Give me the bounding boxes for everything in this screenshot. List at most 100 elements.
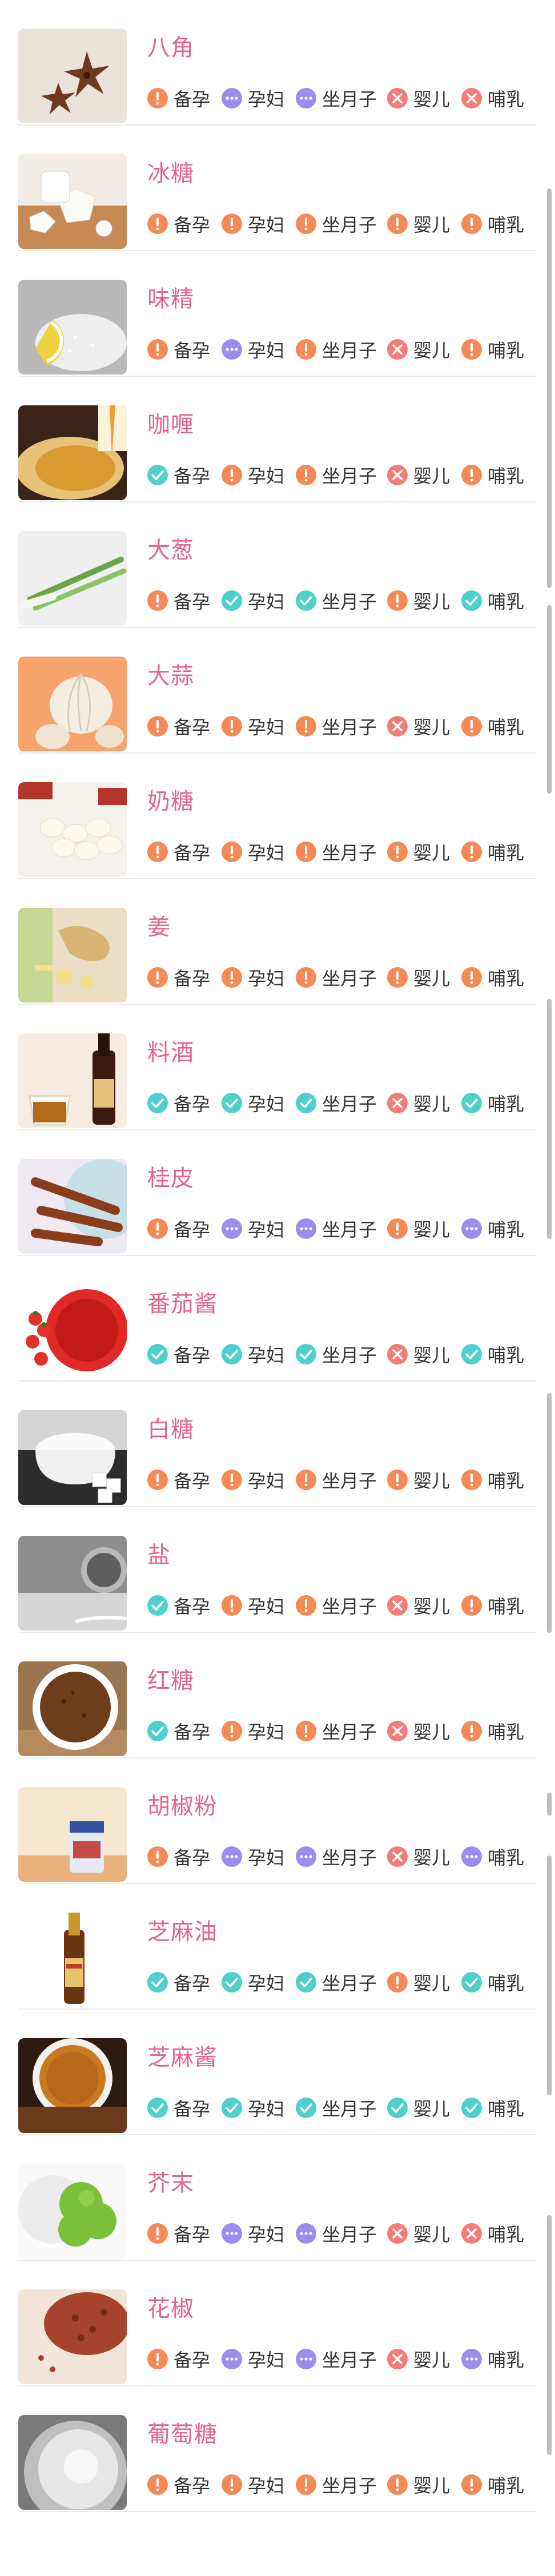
scrollbar[interactable]	[547, 1793, 552, 1816]
status-label: 坐月子	[322, 591, 377, 613]
list-item[interactable]: 芝麻油 备孕 孕妇 坐月子 婴儿 哺乳	[18, 1884, 537, 2010]
status-label: 婴儿	[413, 1973, 451, 1994]
cross-icon	[387, 1344, 408, 1365]
status-5: 哺乳	[461, 336, 530, 363]
status-3: 坐月子	[296, 1215, 387, 1242]
check-icon	[461, 1344, 482, 1365]
caution-icon	[147, 1846, 168, 1867]
status-2: 孕妇	[222, 1844, 296, 1870]
list-item[interactable]: 芥末 备孕 孕妇 坐月子 婴儿 哺乳	[18, 2135, 537, 2261]
status-1: 备孕	[147, 1467, 222, 1493]
caution-icon	[461, 339, 482, 360]
item-name: 番茄酱	[147, 1291, 218, 1317]
status-5: 哺乳	[461, 2472, 530, 2498]
status-3: 坐月子	[296, 1718, 387, 1744]
status-5: 哺乳	[461, 1718, 530, 1744]
status-label: 哺乳	[488, 214, 525, 236]
list-item[interactable]: 咖喱 备孕 孕妇 坐月子 婴儿 哺乳	[18, 377, 537, 502]
status-label: 婴儿	[413, 717, 451, 738]
caution-icon	[222, 1595, 242, 1616]
item-name: 桂皮	[147, 1165, 194, 1192]
status-label: 哺乳	[488, 88, 525, 110]
status-4: 婴儿	[387, 1969, 461, 1995]
check-icon	[222, 590, 242, 611]
caution-icon	[147, 842, 168, 862]
status-label: 坐月子	[322, 2475, 377, 2497]
caution-icon	[147, 339, 168, 360]
status-1: 备孕	[147, 2220, 222, 2247]
unknown-icon	[296, 88, 316, 108]
list-item[interactable]: 花椒 备孕 孕妇 坐月子 婴儿 哺乳	[18, 2261, 537, 2386]
status-label: 孕妇	[248, 968, 285, 989]
check-icon	[147, 1972, 168, 1993]
status-2: 孕妇	[222, 2346, 296, 2372]
scrollbar[interactable]	[547, 2215, 552, 2455]
thumbnail-garlic	[18, 657, 127, 751]
list-item[interactable]: 八角 备孕 孕妇 坐月子 婴儿 哺乳	[18, 0, 537, 126]
status-1: 备孕	[147, 462, 222, 488]
scrollbar[interactable]	[547, 1855, 552, 2095]
thumbnail-ketchup	[18, 1285, 127, 1379]
status-label: 孕妇	[248, 465, 285, 487]
caution-icon	[461, 214, 482, 234]
item-name: 奶糖	[147, 788, 194, 815]
unknown-icon	[296, 2349, 316, 2369]
list-item[interactable]: 番茄酱备孕 孕妇 坐月子 婴儿 哺乳	[18, 1256, 537, 1382]
status-2: 孕妇	[222, 1718, 296, 1744]
list-item[interactable]: 味精 备孕 孕妇 坐月子 婴儿 哺乳	[18, 251, 537, 377]
cross-icon	[387, 1093, 408, 1113]
status-2: 孕妇	[222, 462, 296, 488]
status-4: 婴儿	[387, 1844, 461, 1870]
status-2: 孕妇	[222, 1467, 296, 1493]
scrollbar[interactable]	[547, 188, 552, 588]
unknown-icon	[222, 2223, 242, 2244]
status-4: 婴儿	[387, 964, 461, 991]
caution-icon	[387, 1972, 408, 1993]
status-5: 哺乳	[461, 587, 530, 614]
caution-icon	[461, 1595, 482, 1616]
status-label: 孕妇	[248, 1721, 285, 1743]
status-label: 坐月子	[322, 1847, 377, 1869]
thumbnail-scallion	[18, 531, 127, 626]
unknown-icon	[461, 1218, 482, 1239]
status-1: 备孕	[147, 1844, 222, 1870]
list-item[interactable]: 大葱 备孕 孕妇 坐月子 婴儿 哺乳	[18, 502, 537, 628]
list-item[interactable]: 料酒 备孕 孕妇 坐月子 婴儿 哺乳	[18, 1005, 537, 1130]
status-2: 孕妇	[222, 336, 296, 363]
status-label: 哺乳	[488, 2098, 525, 2120]
status-label: 哺乳	[488, 1093, 525, 1115]
status-label: 孕妇	[248, 2224, 285, 2245]
cross-icon	[461, 2223, 482, 2244]
unknown-icon	[222, 88, 242, 108]
scrollbar[interactable]	[547, 605, 552, 794]
status-row: 备孕 孕妇 坐月子 婴儿 哺乳	[147, 1342, 530, 1367]
caution-icon	[387, 1218, 408, 1239]
caution-icon	[296, 465, 316, 485]
list-item[interactable]: 冰糖 备孕 孕妇 坐月子 婴儿 哺乳	[18, 126, 537, 251]
list-item[interactable]: 桂皮 备孕 孕妇 坐月子 婴儿 哺乳	[18, 1130, 537, 1256]
status-3: 坐月子	[296, 1969, 387, 1995]
status-2: 孕妇	[222, 2472, 296, 2498]
list-item[interactable]: 盐备孕 孕妇 坐月子 婴儿 哺乳	[18, 1507, 537, 1633]
scrollbar[interactable]	[547, 1393, 552, 1633]
check-icon	[461, 1972, 482, 1993]
item-name: 料酒	[147, 1040, 194, 1066]
status-label: 孕妇	[248, 717, 285, 738]
list-item[interactable]: 奶糖 备孕 孕妇 坐月子 婴儿 哺乳	[18, 754, 537, 879]
list-item[interactable]: 红糖 备孕 孕妇 坐月子 婴儿 哺乳	[18, 1633, 537, 1758]
caution-icon	[461, 2474, 482, 2495]
thumbnail-milk-candy	[18, 782, 127, 877]
caution-icon	[296, 842, 316, 862]
list-item[interactable]: 胡椒粉 备孕 孕妇 坐月子 婴儿 哺乳	[18, 1758, 537, 1884]
list-item[interactable]: 葡萄糖 备孕 孕妇 坐月子 婴儿 哺乳	[18, 2386, 537, 2512]
list-item[interactable]: 芝麻酱 备孕 孕妇 坐月子 婴儿 哺乳	[18, 2010, 537, 2135]
item-name: 姜	[147, 914, 171, 940]
list-item[interactable]: 大蒜 备孕 孕妇 坐月子 婴儿 哺乳	[18, 628, 537, 754]
status-label: 婴儿	[413, 340, 451, 361]
list-item[interactable]: 姜备孕 孕妇 坐月子 婴儿 哺乳	[18, 879, 537, 1005]
status-2: 孕妇	[222, 211, 296, 237]
scrollbar[interactable]	[547, 999, 552, 1239]
status-1: 备孕	[147, 2472, 222, 2498]
cross-icon	[461, 88, 482, 108]
list-item[interactable]: 白糖 备孕 孕妇 坐月子 婴儿 哺乳	[18, 1382, 537, 1507]
